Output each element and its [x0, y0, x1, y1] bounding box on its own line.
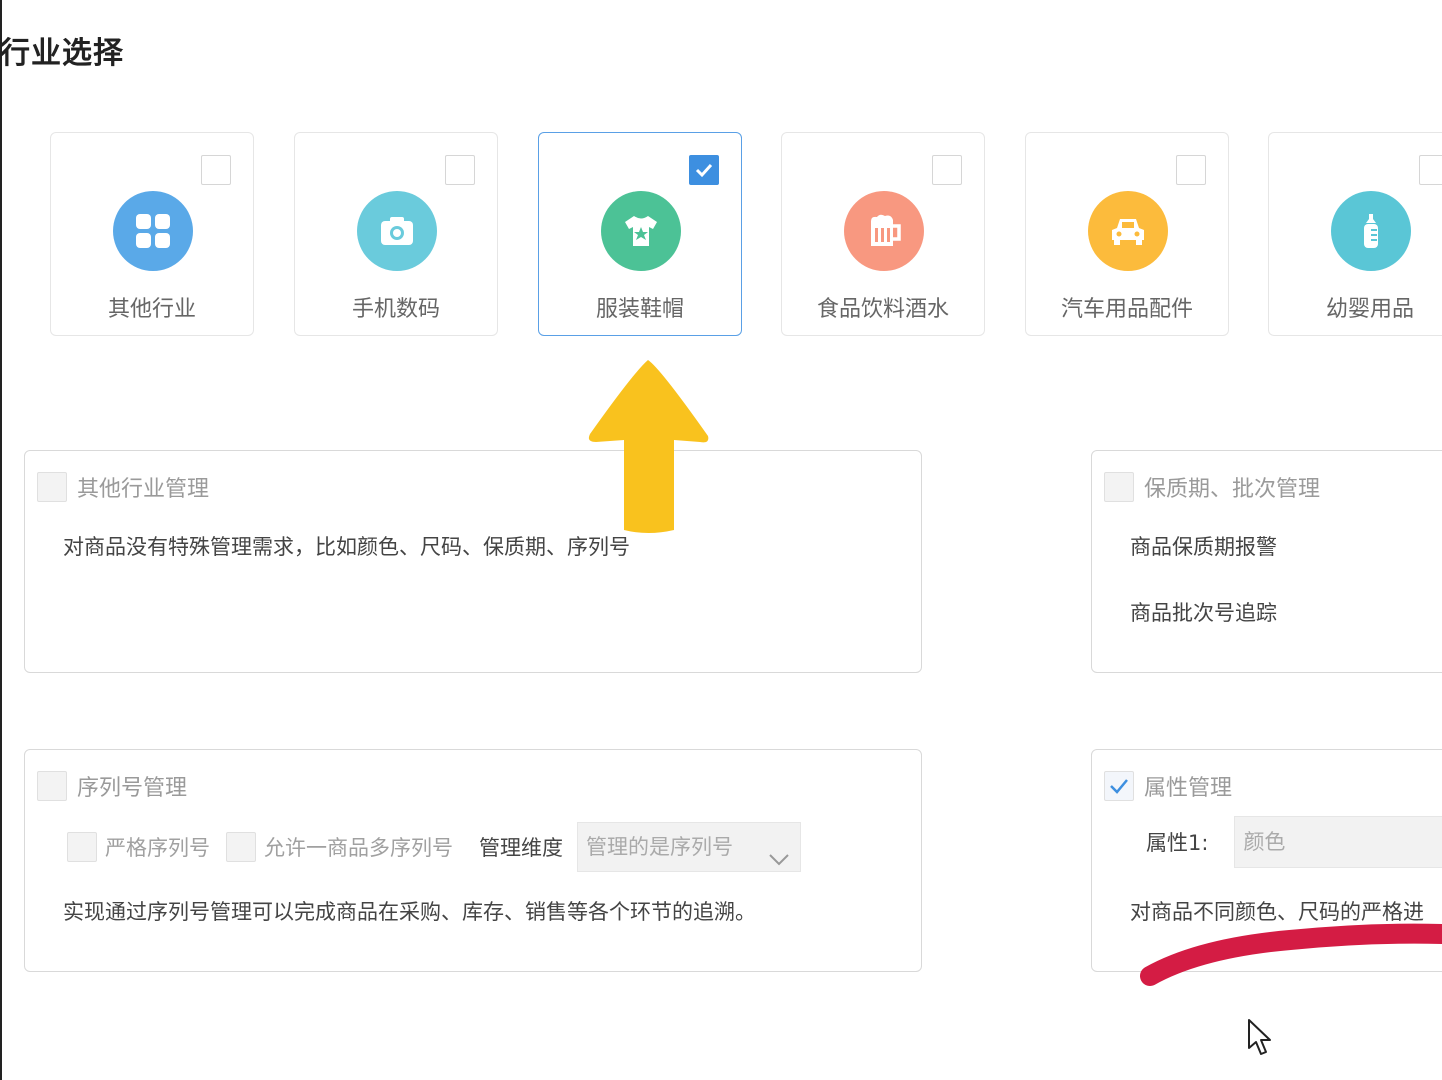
panel-attribute-management: 属性管理 属性1: 颜色 对商品不同颜色、尺码的严格进 [1091, 749, 1442, 972]
panel-header: 其他行业管理 [37, 471, 209, 503]
industry-label: 服装鞋帽 [595, 297, 684, 322]
strict-serial-checkbox[interactable] [67, 832, 97, 862]
industry-card-apparel[interactable]: 服装鞋帽 [538, 132, 742, 336]
industry-label: 幼婴用品 [1325, 297, 1414, 322]
serial-options-row: 严格序列号 允许一商品多序列号 管理维度 管理的是序列号 [67, 822, 801, 872]
panel-serial-management: 序列号管理 严格序列号 允许一商品多序列号 管理维度 管理的是序列号 实现通过序… [24, 749, 922, 972]
industry-checkbox[interactable] [1176, 155, 1206, 185]
industry-card-baby[interactable]: 幼婴用品 [1268, 132, 1442, 336]
industry-card-auto[interactable]: 汽车用品配件 [1025, 132, 1229, 336]
baby-bottle-icon [1331, 191, 1411, 271]
industry-checkbox[interactable] [689, 155, 719, 185]
industry-checkbox[interactable] [932, 155, 962, 185]
panel-shelf-life-management: 保质期、批次管理 商品保质期报警 商品批次号追踪 [1091, 450, 1442, 673]
panel-title: 保质期、批次管理 [1144, 477, 1321, 502]
industry-label: 汽车用品配件 [1060, 297, 1193, 322]
tshirt-icon [601, 191, 681, 271]
grid-icon [113, 191, 193, 271]
chevron-down-icon [768, 836, 790, 884]
multi-serial-label: 允许一商品多序列号 [264, 836, 453, 860]
panel-description: 实现通过序列号管理可以完成商品在采购、库存、销售等各个环节的追溯。 [63, 900, 756, 924]
industry-checkbox[interactable] [445, 155, 475, 185]
section-title: 行业选择 [0, 36, 124, 71]
panel-description: 对商品没有特殊管理需求，比如颜色、尺码、保质期、序列号 [63, 535, 630, 559]
dimension-select[interactable]: 管理的是序列号 [577, 822, 801, 872]
panel-header: 保质期、批次管理 [1104, 471, 1320, 503]
panel-title: 属性管理 [1144, 776, 1233, 801]
attribute-row: 属性1: 颜色 [1146, 816, 1442, 868]
other-management-checkbox[interactable] [37, 472, 67, 502]
shelf-life-alarm-text: 商品保质期报警 [1130, 535, 1277, 559]
serial-management-checkbox[interactable] [37, 771, 67, 801]
attribute-label: 属性1: [1146, 831, 1209, 855]
strict-serial-label: 严格序列号 [105, 836, 210, 860]
panel-title: 其他行业管理 [77, 477, 210, 502]
panel-header: 属性管理 [1104, 770, 1232, 802]
beer-mug-icon [844, 191, 924, 271]
attribute-management-checkbox[interactable] [1104, 771, 1134, 801]
industry-checkbox[interactable] [201, 155, 231, 185]
dimension-select-value: 管理的是序列号 [586, 835, 733, 859]
panel-title: 序列号管理 [77, 776, 188, 801]
camera-icon [357, 191, 437, 271]
shelf-life-checkbox[interactable] [1104, 472, 1134, 502]
industry-label: 其他行业 [107, 297, 196, 322]
car-icon [1088, 191, 1168, 271]
industry-card-other[interactable]: 其他行业 [50, 132, 254, 336]
panel-header: 序列号管理 [37, 770, 187, 802]
industry-label: 手机数码 [351, 297, 440, 322]
batch-tracking-text: 商品批次号追踪 [1130, 601, 1277, 625]
multi-serial-checkbox[interactable] [226, 832, 256, 862]
panel-other-management: 其他行业管理 对商品没有特殊管理需求，比如颜色、尺码、保质期、序列号 [24, 450, 922, 673]
dimension-label: 管理维度 [479, 836, 563, 860]
cursor-icon [1248, 1019, 1271, 1055]
industry-selection-page: 行业选择 其他行业 手机数码 服装鞋帽 食品饮料酒水 汽车用品配件 幼婴用品 其… [0, 0, 1442, 1080]
industry-checkbox[interactable] [1419, 155, 1442, 185]
industry-label: 食品饮料酒水 [816, 297, 949, 322]
panel-description: 对商品不同颜色、尺码的严格进 [1130, 900, 1424, 924]
industry-card-digital[interactable]: 手机数码 [294, 132, 498, 336]
industry-card-food[interactable]: 食品饮料酒水 [781, 132, 985, 336]
attribute-input[interactable]: 颜色 [1234, 816, 1442, 868]
